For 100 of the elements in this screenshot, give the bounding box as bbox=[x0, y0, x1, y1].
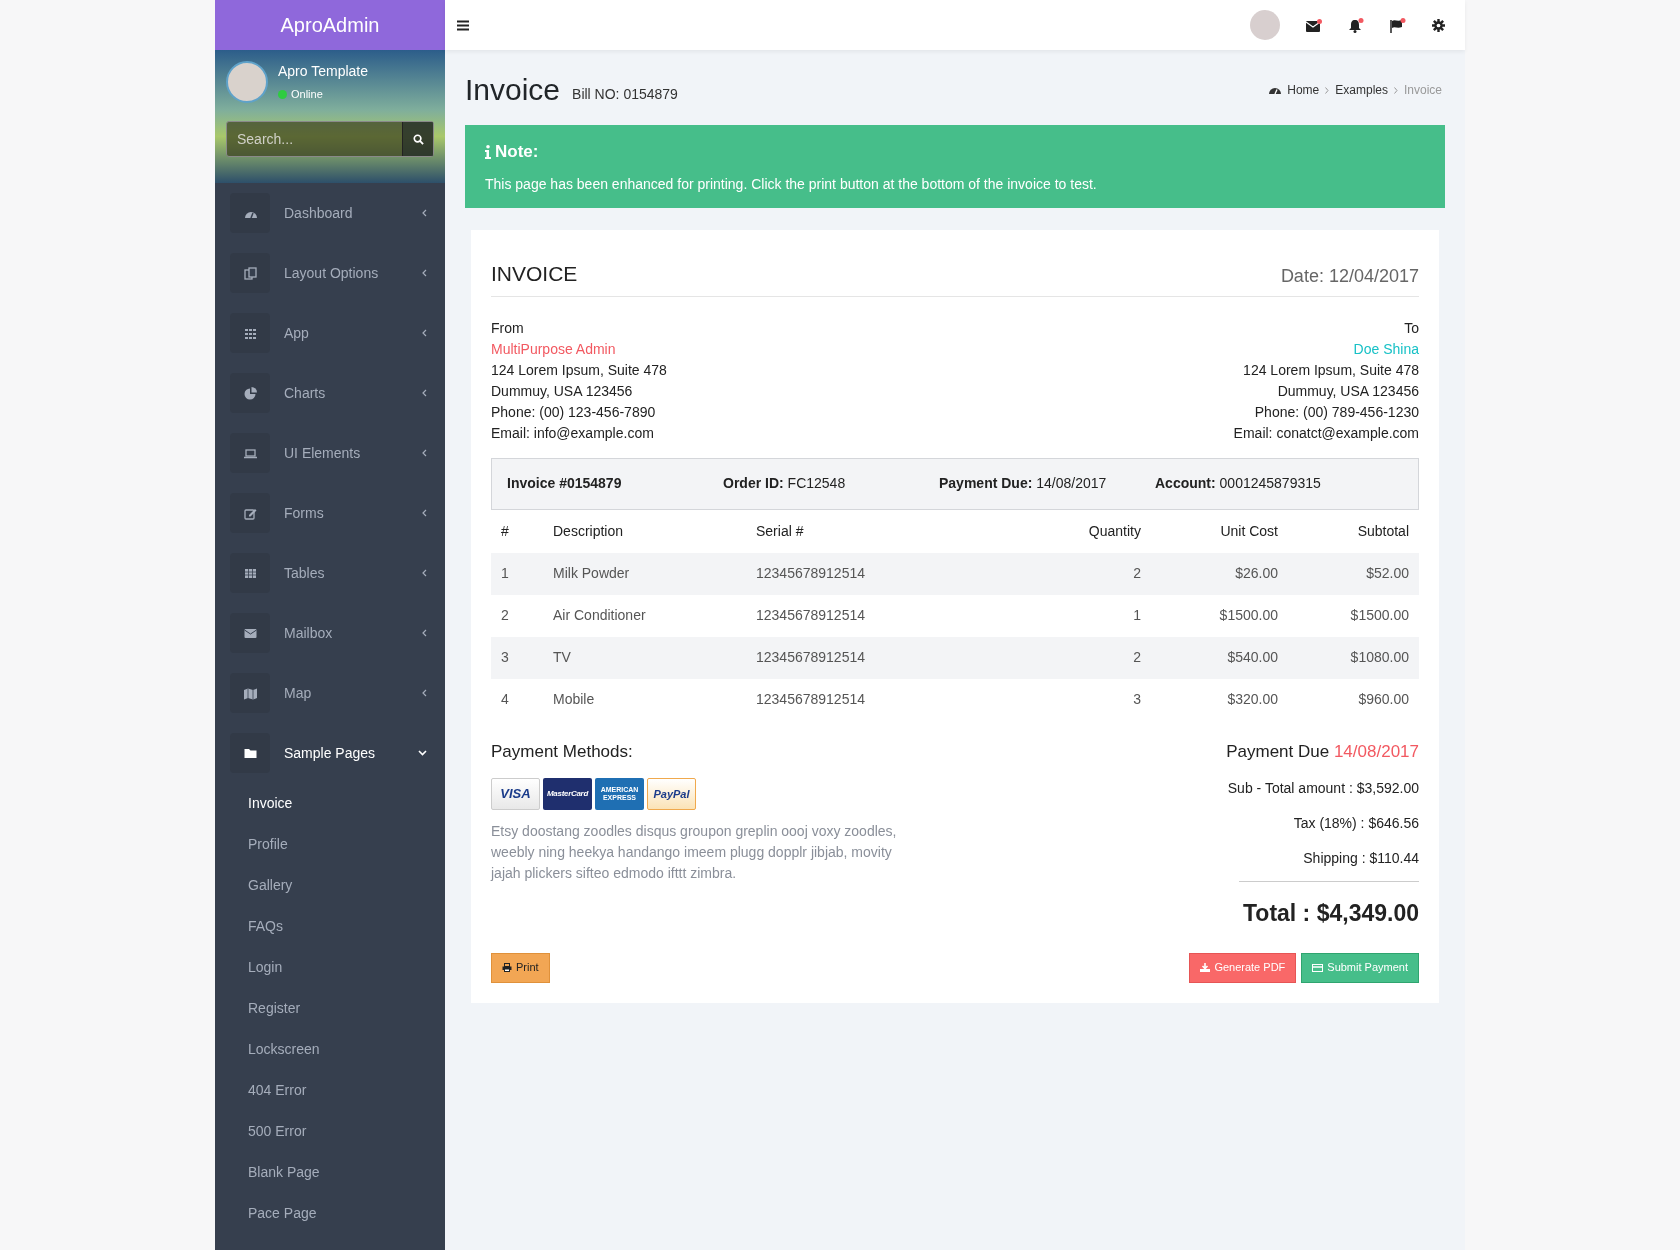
payment-due-heading: Payment Due 14/08/2017 bbox=[1226, 740, 1419, 763]
chevron-down-icon bbox=[418, 750, 427, 756]
alert-message: This page has been enhanced for printing. Click the print button at the bottom of the invoice to test. bbox=[485, 174, 1098, 194]
search-button[interactable] bbox=[402, 122, 433, 156]
submenu-item[interactable]: Lockscreen bbox=[215, 1029, 445, 1070]
address-line: 124 Lorem Ipsum, Suite 478 bbox=[1243, 360, 1419, 380]
recipient-name: Doe Shina bbox=[1353, 339, 1419, 359]
mail-icon[interactable] bbox=[1306, 18, 1322, 32]
laptop-icon bbox=[243, 446, 257, 460]
sidebar-menu-item[interactable]: Mailbox bbox=[215, 603, 445, 663]
table-cell: $960.00 bbox=[1358, 691, 1409, 707]
user-name: Apro Template bbox=[278, 62, 368, 82]
mastercard-logo: MasterCard bbox=[543, 778, 592, 810]
sidebar-search-field[interactable]: Search... bbox=[227, 122, 402, 156]
page-subtitle: Bill NO: 0154879 bbox=[572, 85, 678, 104]
search-icon bbox=[412, 133, 424, 145]
user-status: Online bbox=[291, 87, 323, 103]
chevron-left-icon bbox=[422, 629, 427, 637]
column-header: Serial # bbox=[756, 522, 804, 539]
generate-pdf-button[interactable]: Generate PDF bbox=[1189, 952, 1297, 983]
visa-card-logo: VISA bbox=[491, 778, 540, 810]
chevron-left-icon bbox=[422, 569, 427, 577]
address-line: Dummuy, USA 123456 bbox=[491, 381, 634, 401]
payment-methods-title: Payment Methods: bbox=[491, 740, 634, 763]
submenu-item[interactable]: FAQs bbox=[215, 906, 445, 947]
copy-icon bbox=[243, 266, 257, 280]
settings-icon[interactable] bbox=[1432, 18, 1445, 32]
submenu-item[interactable]: 500 Error bbox=[215, 1111, 445, 1152]
table-cell: 3 bbox=[1133, 691, 1141, 707]
table-cell: 12345678912514 bbox=[756, 649, 865, 665]
table-cell: 4 bbox=[501, 691, 509, 707]
column-header: # bbox=[501, 522, 509, 539]
breadcrumb-link[interactable]: Invoice bbox=[1403, 81, 1442, 99]
edit-icon bbox=[243, 506, 257, 520]
pie-chart-icon bbox=[243, 386, 257, 400]
address-line: Email: info@example.com bbox=[491, 423, 655, 443]
menu-toggle-icon[interactable] bbox=[457, 19, 469, 31]
address-line: Email: conatct@example.com bbox=[1233, 423, 1419, 443]
chevron-left-icon bbox=[422, 329, 427, 337]
bell-icon[interactable] bbox=[1348, 17, 1364, 33]
print-button[interactable]: Print bbox=[491, 952, 550, 983]
sidebar-menu-item[interactable]: UI Elements bbox=[215, 423, 445, 483]
invoice-total: Total : $4,349.00 bbox=[1243, 899, 1419, 928]
address-line: Phone: (00) 789-456-1230 bbox=[1254, 402, 1419, 422]
table-icon bbox=[243, 566, 257, 580]
submenu-item[interactable]: 404 Error bbox=[215, 1070, 445, 1111]
chevron-right-icon bbox=[1393, 86, 1398, 94]
address-line: 124 Lorem Ipsum, Suite 478 bbox=[491, 360, 667, 380]
invoice-info-text: Order ID: FC12548 bbox=[723, 474, 847, 493]
sidebar-menu-item[interactable]: Charts bbox=[215, 363, 445, 423]
chevron-left-icon bbox=[422, 689, 427, 697]
column-header: Quantity bbox=[1088, 522, 1141, 539]
table-cell: Mobile bbox=[553, 691, 595, 707]
submenu-item[interactable]: Register bbox=[215, 988, 445, 1029]
chevron-left-icon bbox=[422, 269, 427, 277]
sidebar-menu-item[interactable]: Dashboard bbox=[215, 183, 445, 243]
invoice-info-text: Invoice #0154879 bbox=[507, 474, 623, 493]
table-cell: $1500.00 bbox=[1219, 607, 1278, 623]
table-cell: $540.00 bbox=[1227, 649, 1278, 665]
sidebar-menu-item[interactable]: Forms bbox=[215, 483, 445, 543]
chevron-left-icon bbox=[422, 449, 427, 457]
submenu-item[interactable]: Login bbox=[215, 947, 445, 988]
total-line: Shipping : $110.44 bbox=[1303, 849, 1419, 868]
chevron-left-icon bbox=[422, 389, 427, 397]
total-line: Tax (18%) : $646.56 bbox=[1293, 814, 1419, 833]
table-cell: Air Conditioner bbox=[553, 607, 646, 623]
submenu-item[interactable]: Profile bbox=[215, 824, 445, 865]
sidebar-menu-item[interactable]: Layout Options bbox=[215, 243, 445, 303]
address-line: Dummuy, USA 123456 bbox=[1277, 381, 1419, 401]
invoice-info-text: Account: 0001245879315 bbox=[1155, 474, 1322, 493]
submenu-item[interactable]: Pace Page bbox=[215, 1193, 445, 1234]
breadcrumb-link[interactable]: Examples bbox=[1335, 81, 1388, 99]
table-cell: 12345678912514 bbox=[756, 607, 865, 623]
breadcrumb-link[interactable]: Home bbox=[1287, 81, 1320, 99]
info-icon bbox=[485, 144, 491, 159]
search-field[interactable]: Search... bbox=[226, 121, 434, 157]
sidebar-menu-item[interactable]: Sample Pages bbox=[215, 723, 445, 783]
invoice-info-text: Payment Due: 14/08/2017 bbox=[939, 474, 1108, 493]
submenu-item[interactable]: Invoice bbox=[215, 783, 445, 824]
user-avatar bbox=[226, 61, 268, 103]
chevron-left-icon bbox=[422, 209, 427, 217]
table-cell: 1 bbox=[1133, 607, 1141, 623]
total-line: Sub - Total amount : $3,592.00 bbox=[1227, 779, 1419, 798]
column-header: Description bbox=[553, 522, 624, 539]
credit-card-icon bbox=[1312, 963, 1324, 972]
table-cell: $1080.00 bbox=[1350, 649, 1409, 665]
grid-icon bbox=[243, 326, 257, 340]
sidebar-menu-item[interactable]: App bbox=[215, 303, 445, 363]
sidebar-menu-item[interactable]: Tables bbox=[215, 543, 445, 603]
table-cell: 12345678912514 bbox=[756, 691, 865, 707]
sidebar-menu-item[interactable]: Map bbox=[215, 663, 445, 723]
envelope-icon bbox=[243, 626, 257, 640]
table-cell: TV bbox=[553, 649, 571, 665]
submenu-item[interactable]: Gallery bbox=[215, 865, 445, 906]
flag-icon[interactable] bbox=[1390, 17, 1406, 33]
download-icon bbox=[1200, 963, 1211, 972]
table-cell: 3 bbox=[501, 649, 509, 665]
printer-icon bbox=[502, 963, 512, 972]
map-icon bbox=[243, 686, 257, 700]
submenu-item[interactable]: Blank Page bbox=[215, 1152, 445, 1193]
